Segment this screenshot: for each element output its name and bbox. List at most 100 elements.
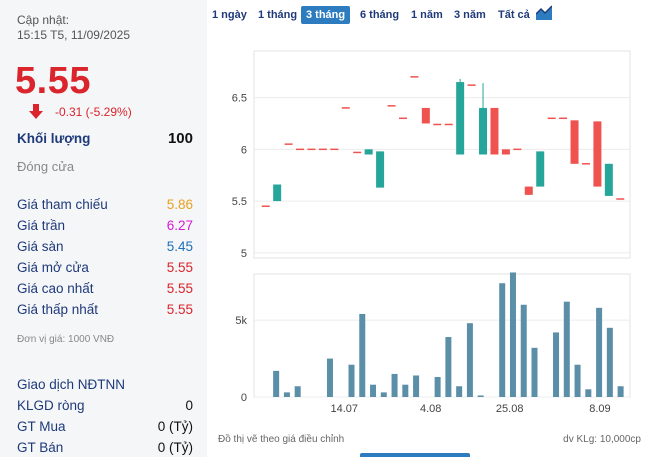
- volume-bar: [391, 373, 398, 397]
- current-price: 5.55: [15, 60, 91, 102]
- chart-footnote: Đồ thị vẽ theo giá điều chỉnh: [218, 434, 345, 445]
- volume-bar: [326, 358, 333, 397]
- volume-unit-note: dv KLg: 10,000cp: [563, 434, 641, 445]
- foreign-trade-title: Giao dịch NĐTNN: [17, 377, 126, 392]
- net-volume-label: KLGD ròng: [17, 398, 85, 413]
- ceiling-price-value: 6.27: [166, 218, 193, 233]
- volume-tick-label: 0: [241, 392, 247, 404]
- candle-body: [318, 148, 327, 151]
- sell-value-label: GT Bán: [17, 440, 64, 455]
- more-button[interactable]: [360, 453, 470, 457]
- candle-body: [296, 148, 305, 151]
- candle-body: [330, 148, 339, 151]
- candle-body: [261, 205, 270, 207]
- volume-panel-frame: [253, 273, 631, 398]
- candle-body: [398, 117, 407, 120]
- volume-bar: [574, 364, 581, 397]
- candle-body: [273, 184, 282, 202]
- arrow-down-icon: [29, 104, 43, 119]
- floor-price-value: 5.45: [166, 239, 193, 254]
- net-volume-value: 0: [185, 398, 193, 413]
- volume-bar: [509, 272, 516, 397]
- open-price-value: 5.55: [166, 260, 193, 275]
- volume-bar: [520, 304, 527, 397]
- volume-bar: [596, 307, 603, 397]
- price-volume-chart: 5 5.5 6 6.5 0 5k 14.07 4.08 25.08 8.09: [232, 50, 631, 415]
- volume-bar: [273, 370, 280, 397]
- date-tick-label: 25.08: [496, 403, 524, 415]
- volume-bar: [563, 301, 570, 397]
- candle-body: [547, 117, 556, 120]
- date-tick-label: 14.07: [330, 403, 358, 415]
- price-tick-label: 6.5: [232, 93, 247, 105]
- candle-body: [524, 186, 533, 195]
- volume-bar: [606, 327, 613, 397]
- candle-body: [604, 163, 613, 196]
- ref-price-value: 5.86: [166, 197, 193, 212]
- ref-price-label: Giá tham chiếu: [17, 197, 108, 212]
- volume-bar: [359, 313, 366, 397]
- candle-body: [444, 123, 453, 126]
- volume-bar: [445, 337, 452, 397]
- candle-body: [433, 123, 442, 126]
- volume-bar: [294, 386, 301, 397]
- candle-body: [410, 76, 419, 78]
- candle-body: [307, 148, 316, 151]
- volume-bar: [477, 395, 484, 397]
- volume-bar: [456, 386, 463, 397]
- volume-value: 100: [167, 130, 193, 147]
- volume-bar: [402, 384, 409, 397]
- price-unit-note: Đơn vị giá: 1000 VNĐ: [17, 334, 115, 345]
- candle-body: [593, 121, 602, 187]
- volume-bar: [348, 364, 355, 397]
- candle-body: [341, 107, 350, 109]
- volume-bar: [499, 283, 506, 397]
- candle-body: [353, 151, 362, 154]
- volume-bar: [370, 384, 377, 397]
- volume-bar: [413, 375, 420, 397]
- price-tick-label: 5: [241, 248, 247, 260]
- open-price-label: Giá mở cửa: [17, 260, 89, 275]
- candle-body: [490, 107, 499, 155]
- buy-value-label: GT Mua: [17, 419, 66, 434]
- candle-body: [581, 163, 590, 165]
- volume-bar: [380, 392, 387, 397]
- volume-bar: [531, 347, 538, 397]
- volume-bar: [434, 377, 441, 397]
- candle-body: [421, 107, 430, 124]
- high-price-label: Giá cao nhất: [17, 281, 94, 296]
- price-change: -0.31 (-5.29%): [55, 105, 132, 119]
- price-tick-label: 6: [241, 144, 247, 156]
- update-label: Cập nhật:: [17, 13, 70, 27]
- ceiling-price-label: Giá trần: [17, 218, 66, 233]
- low-price-label: Giá thấp nhất: [17, 302, 99, 317]
- floor-price-label: Giá sàn: [17, 239, 64, 254]
- buy-value: 0 (Tỷ): [157, 419, 193, 434]
- candle-body: [467, 84, 476, 86]
- sell-value: 0 (Tỷ): [157, 440, 193, 455]
- candle-body: [570, 120, 579, 164]
- low-price-value: 5.55: [166, 302, 193, 317]
- candle-body: [456, 82, 465, 155]
- volume-bar: [283, 392, 290, 397]
- volume-bar: [585, 389, 592, 397]
- quote-panel: Cập nhật: 15:15 T5, 11/09/2025 5.55 -0.3…: [0, 0, 207, 457]
- volume-tick-label: 5k: [235, 315, 247, 327]
- volume-label: Khối lượng: [17, 131, 91, 146]
- candle-body: [559, 117, 568, 120]
- date-tick-label: 4.08: [420, 403, 441, 415]
- market-status: Đóng cửa: [17, 159, 75, 174]
- candle-body: [387, 105, 396, 107]
- candle-body: [376, 151, 385, 188]
- candle-body: [284, 143, 293, 145]
- date-tick-label: 8.09: [589, 403, 610, 415]
- volume-bar: [553, 332, 560, 397]
- candle-body: [616, 198, 625, 200]
- candle-body: [513, 148, 522, 151]
- candle-body: [501, 149, 510, 155]
- price-tick-label: 5.5: [232, 196, 247, 208]
- update-time: 15:15 T5, 11/09/2025: [17, 28, 130, 42]
- candle-body: [364, 149, 373, 155]
- volume-bar: [466, 323, 473, 397]
- candle-body: [479, 107, 488, 155]
